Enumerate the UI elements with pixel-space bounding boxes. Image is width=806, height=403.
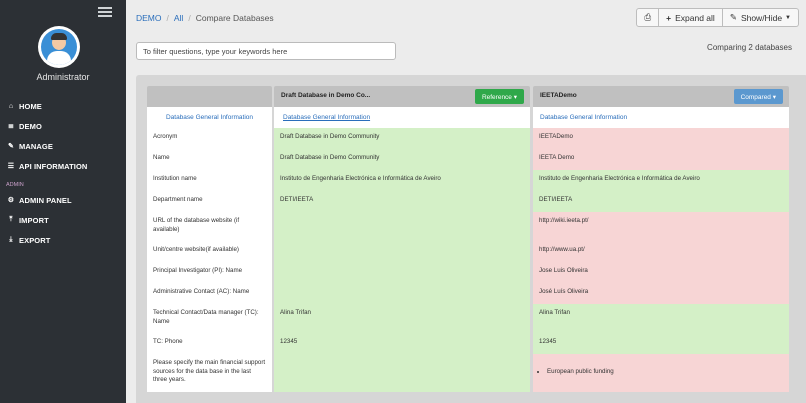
compared-answer-cell: Instituto de Engenharia Electrónica e In… [533, 170, 789, 191]
sidebar-item-manage[interactable]: ✎ MANAGE [0, 136, 126, 156]
sidebar-item-label: EXPORT [19, 235, 51, 245]
compared-answer-cell: DETI/IEETA [533, 191, 789, 212]
reference-answer-cell: DETI/IEETA [274, 191, 530, 212]
question-cell: Department name [147, 191, 272, 212]
sidebar-item-demo[interactable]: ≣ DEMO [0, 116, 126, 136]
plus-icon: + [666, 12, 672, 23]
reference-db-title: Draft Database in Demo Co... [281, 92, 371, 99]
breadcrumb-all[interactable]: All [174, 13, 183, 23]
reference-answer-cell: 12345 [274, 333, 530, 354]
upload-icon: ⤒ [9, 216, 13, 223]
reference-button[interactable]: Reference ▾ [474, 89, 524, 104]
compared-db-title: IEETADemo [540, 92, 577, 99]
database-icon: ≣ [8, 123, 14, 130]
question-cell: Principal Investigator (PI): Name [147, 262, 272, 283]
question-cell: Technical Contact/Data manager (TC): Nam… [147, 304, 272, 333]
sidebar-section-admin: ADMIN [6, 182, 24, 188]
sidebar: Administrator ⌂ HOME ≣ DEMO ✎ MANAGE ☰ API I… [0, 0, 126, 403]
reference-answer-cell: Draft Database in Demo Community [274, 149, 530, 170]
caret-down-icon: ▼ [785, 14, 791, 21]
list-icon: ☰ [7, 163, 15, 170]
wrench-icon: ✎ [729, 12, 737, 22]
question-cell: Acronym [147, 128, 272, 149]
breadcrumb-demo[interactable]: DEMO [136, 13, 162, 23]
question-cell: Administrative Contact (AC): Name [147, 283, 272, 304]
compared-button[interactable]: Compared ▾ [733, 89, 783, 104]
question-cell: Please specify the main financial suppor… [147, 354, 272, 392]
sidebar-item-import[interactable]: ⤒ IMPORT [0, 210, 126, 230]
compared-column: IEETADemo Compared ▾ Database General In… [533, 86, 789, 392]
sidebar-item-api-information[interactable]: ☰ API INFORMATION [0, 156, 126, 176]
reference-answer-cell [274, 354, 530, 392]
sidebar-item-label: ADMIN PANEL [19, 195, 72, 205]
question-cell: Name [147, 149, 272, 170]
sidebar-item-label: API INFORMATION [19, 161, 88, 171]
toolbar: ⎙ + Expand all ✎ Show/Hide ▼ [636, 8, 799, 27]
sidebar-item-label: MANAGE [19, 141, 53, 151]
reference-answer-cell [274, 212, 530, 241]
download-icon: ⤓ [9, 236, 13, 243]
compared-answer-cell: http://wiki.ieeta.pt/ [533, 212, 789, 241]
section-title[interactable]: Database General Information [147, 107, 272, 128]
compared-answer-cell: José Luís Oliveira [533, 283, 789, 304]
user-avatar[interactable] [38, 26, 80, 68]
expand-all-label: Expand all [675, 12, 715, 23]
sidebar-item-home[interactable]: ⌂ HOME [0, 96, 126, 116]
home-icon: ⌂ [8, 102, 14, 110]
reference-answer-cell: Alina Trifan [274, 304, 530, 333]
reference-header: Draft Database in Demo Co... Reference ▾ [274, 86, 530, 107]
admin-name: Administrator [36, 72, 90, 82]
sidebar-item-export[interactable]: ⤓ EXPORT [0, 230, 126, 250]
reference-answer-cell [274, 283, 530, 304]
main-content: DEMO / All / Compare Databases ⎙ + Expand all… [126, 0, 806, 403]
list-item: European public funding [547, 368, 783, 377]
compared-header: IEETADemo Compared ▾ [533, 86, 789, 107]
reference-answer-cell: Instituto de Engenharia Electrónica e In… [274, 170, 530, 191]
compared-answer-cell: European public funding [533, 354, 789, 392]
compared-answer-cell: 12345 [533, 333, 789, 354]
print-button[interactable]: ⎙ [636, 8, 660, 27]
question-cell: URL of the database website (if availabl… [147, 212, 272, 241]
reference-answer-cell: Draft Database in Demo Community [274, 128, 530, 149]
search-input[interactable] [136, 42, 396, 60]
question-cell: Unit/centre website(if available) [147, 241, 272, 262]
compared-answer-cell: Jose Luis Oliveira [533, 262, 789, 283]
section-title-link[interactable]: Database General Information [274, 107, 530, 128]
sidebar-item-admin-panel[interactable]: ⚙ ADMIN PANEL [0, 190, 126, 210]
question-cell: TC: Phone [147, 333, 272, 354]
comparing-count: Comparing 2 databases [707, 43, 792, 52]
print-icon: ⎙ [644, 12, 652, 22]
section-title: Database General Information [533, 107, 789, 128]
sidebar-nav: ⌂ HOME ≣ DEMO ✎ MANAGE ☰ API INFORMATION ADM… [0, 96, 126, 250]
sidebar-item-label: HOME [19, 101, 42, 111]
breadcrumb-current: Compare Databases [195, 13, 274, 23]
questions-column: Database General Information Acronym Name… [147, 86, 272, 392]
breadcrumb: DEMO / All / Compare Databases [136, 13, 274, 23]
sidebar-item-label: IMPORT [19, 215, 49, 225]
cogs-icon: ⚙ [7, 197, 15, 204]
wrench-icon: ✎ [8, 143, 14, 150]
expand-all-button[interactable]: + Expand all [659, 8, 723, 27]
hamburger-menu-icon[interactable] [98, 7, 112, 17]
question-cell: Institution name [147, 170, 272, 191]
questions-header [147, 86, 272, 107]
show-hide-label: Show/Hide [740, 12, 783, 23]
compare-panel: Database General Information Acronym Name… [136, 75, 806, 403]
reference-answer-cell [274, 241, 530, 262]
reference-answer-cell [274, 262, 530, 283]
sidebar-item-label: DEMO [19, 121, 42, 131]
compared-answer-cell: Alina Trifan [533, 304, 789, 333]
compared-answer-cell: IEETA Demo [533, 149, 789, 170]
compared-answer-cell: http://www.ua.pt/ [533, 241, 789, 262]
compared-answer-cell: IEETADemo [533, 128, 789, 149]
show-hide-button[interactable]: ✎ Show/Hide ▼ [722, 8, 799, 27]
reference-column: Draft Database in Demo Co... Reference ▾… [274, 86, 530, 392]
